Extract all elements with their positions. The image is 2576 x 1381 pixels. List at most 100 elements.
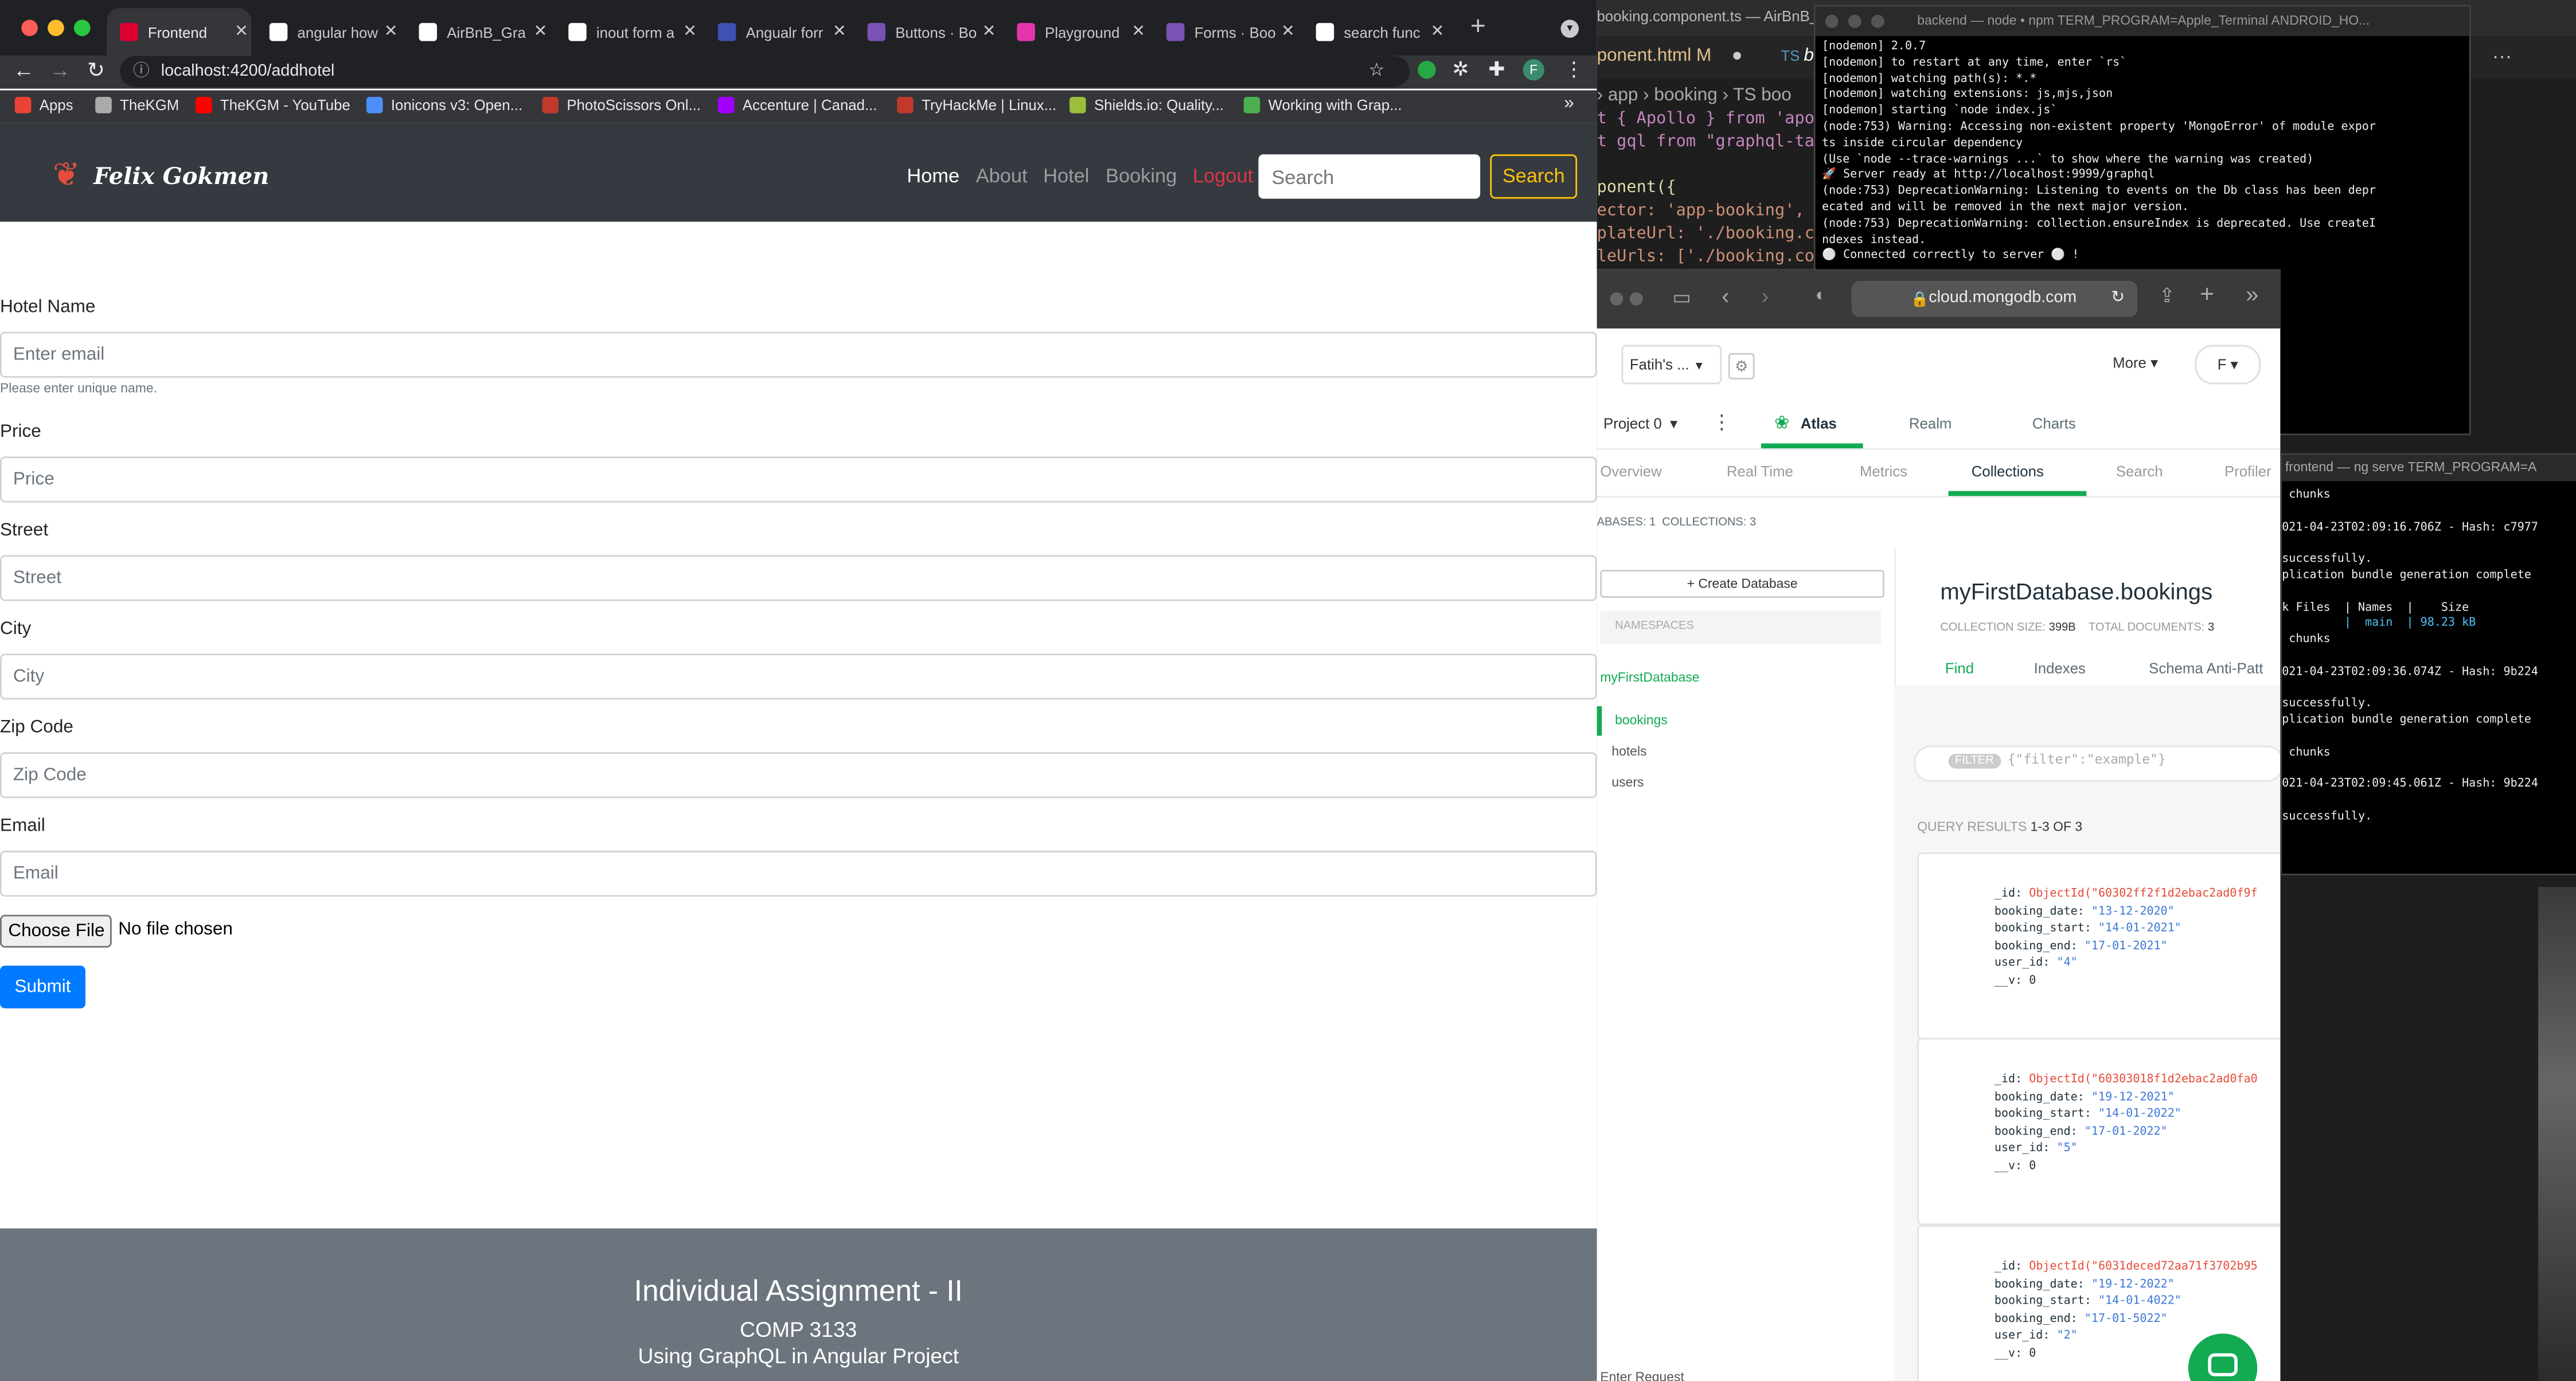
brand-name[interactable]: Felix Gokmen xyxy=(93,164,269,190)
safari-url-text[interactable]: cloud.mongodb.com xyxy=(1929,281,2077,317)
nav-about-link[interactable]: About xyxy=(976,164,1028,187)
subtab-profiler[interactable]: Profiler xyxy=(2224,463,2271,480)
user-menu[interactable]: F ▾ xyxy=(2195,345,2261,385)
bookmark-item[interactable]: Shields.io: Quality... xyxy=(1069,97,1224,114)
bookmark-item[interactable]: PhotoScissors Onl... xyxy=(542,97,701,114)
form-input[interactable] xyxy=(1,655,1595,698)
more-actions-icon[interactable]: ··· xyxy=(2492,44,2512,67)
navbar-search-input[interactable] xyxy=(1258,154,1481,199)
vscode-breadcrumb[interactable]: › app › booking › TS boo xyxy=(1597,85,1792,105)
navbar-search-field[interactable] xyxy=(1258,154,1481,199)
form-field[interactable] xyxy=(0,555,1597,601)
settings-gear-icon[interactable]: ⚙ xyxy=(1728,353,1755,380)
browser-tab[interactable]: search func ✕ xyxy=(1303,8,1447,56)
form-input[interactable] xyxy=(1,333,1595,377)
chrome-menu-icon[interactable]: ⋮ xyxy=(1564,57,1583,80)
create-database-button[interactable]: + Create Database xyxy=(1600,570,1884,598)
sidebar-toggle-icon[interactable]: ▭ xyxy=(1672,285,1691,308)
url-text[interactable]: localhost:4200/addhotel xyxy=(161,56,335,87)
tab-find[interactable]: Find xyxy=(1945,660,1974,677)
minimize-window-icon[interactable] xyxy=(1848,14,1861,28)
organization-select[interactable]: Fatih's ... ▼ xyxy=(1621,345,1722,385)
browser-tab[interactable]: angular how ✕ xyxy=(256,8,401,56)
grammarly-extension-icon[interactable] xyxy=(1418,60,1436,79)
bookmark-item[interactable]: Working with Grap... xyxy=(1243,97,1402,114)
bookmark-item[interactable]: TryHackMe | Linux... xyxy=(897,97,1056,114)
profile-avatar[interactable]: F xyxy=(1523,59,1544,81)
bookmark-item[interactable]: Ionicons v3: Open... xyxy=(366,97,522,114)
close-tab-icon[interactable]: ✕ xyxy=(232,23,251,41)
subtab-search[interactable]: Search xyxy=(2116,463,2163,480)
nav-booking-link[interactable]: Booking xyxy=(1106,164,1177,187)
tab-atlas[interactable]: Atlas xyxy=(1801,416,1837,432)
forward-chevron-icon[interactable]: › xyxy=(1761,283,1769,309)
more-menu[interactable]: More ▾ xyxy=(2113,355,2158,373)
database-name[interactable]: myFirstDatabase xyxy=(1600,670,1699,685)
form-input[interactable] xyxy=(1,557,1595,600)
submit-button[interactable]: Submit xyxy=(0,965,85,1008)
reload-icon[interactable]: ↻ xyxy=(87,57,105,84)
close-window-icon[interactable] xyxy=(1610,292,1623,306)
browser-tab[interactable]: inout form a ✕ xyxy=(555,8,700,56)
address-bar[interactable]: ⓘ localhost:4200/addhotel ☆ xyxy=(120,56,1410,87)
navbar-search-button[interactable]: Search xyxy=(1490,154,1578,199)
back-arrow-icon[interactable]: ← xyxy=(13,57,34,82)
bookmark-item[interactable]: TheKGM xyxy=(95,97,179,114)
close-tab-icon[interactable]: ✕ xyxy=(979,23,998,41)
privacy-shield-icon[interactable]: ◐ xyxy=(1816,285,1826,305)
back-chevron-icon[interactable]: ‹ xyxy=(1722,283,1729,309)
close-tab-icon[interactable]: ✕ xyxy=(1428,23,1447,41)
nav-hotel-link[interactable]: Hotel xyxy=(1043,164,1089,187)
document-card[interactable]: _id: ObjectId("60302ff2f1d2ebac2ad0f9f bo… xyxy=(1917,852,2281,1040)
bookmark-star-icon[interactable]: ☆ xyxy=(1368,56,1384,87)
subtab-metrics[interactable]: Metrics xyxy=(1860,463,1907,480)
vscode-tab-booking-ts[interactable]: b xyxy=(1804,46,1814,65)
browser-tab[interactable]: AirBnB_Gra ✕ xyxy=(406,8,551,56)
filter-input[interactable]: {"filter":"example"} xyxy=(2008,752,2166,767)
form-input[interactable] xyxy=(1,458,1595,501)
forward-arrow-icon[interactable]: → xyxy=(49,57,71,82)
form-field[interactable] xyxy=(0,752,1597,799)
collection-users[interactable]: users xyxy=(1611,775,1644,790)
browser-tab[interactable]: Frontend ✕ xyxy=(107,8,252,56)
new-tab-icon[interactable]: + xyxy=(1470,13,1486,43)
extensions-puzzle-icon[interactable]: ✚ xyxy=(1489,57,1505,80)
form-field[interactable] xyxy=(0,331,1597,378)
close-tab-icon[interactable]: ✕ xyxy=(381,23,401,41)
reload-icon[interactable]: ↻ xyxy=(2111,281,2125,317)
tab-search-icon[interactable]: ▾ xyxy=(1560,19,1579,38)
form-field[interactable] xyxy=(0,654,1597,700)
form-field[interactable] xyxy=(0,456,1597,503)
browser-tab[interactable]: Buttons · Bo ✕ xyxy=(854,8,999,56)
subtab-collections[interactable]: Collections xyxy=(1972,463,2044,480)
close-tab-icon[interactable]: ✕ xyxy=(680,23,700,41)
bookmark-item[interactable]: Apps xyxy=(14,97,73,114)
tab-overview-icon[interactable]: » xyxy=(2246,281,2258,307)
form-input[interactable] xyxy=(1,852,1595,895)
safari-address-bar[interactable]: 🔒 cloud.mongodb.com ↻ xyxy=(1851,280,2138,317)
bookmark-item[interactable]: Accenture | Canad... xyxy=(717,97,877,114)
nav-logout-link[interactable]: Logout xyxy=(1193,164,1253,187)
maximize-window-icon[interactable] xyxy=(1871,14,1884,28)
collection-hotels[interactable]: hotels xyxy=(1611,744,1646,759)
more-bookmarks-icon[interactable]: » xyxy=(1564,93,1574,113)
close-tab-icon[interactable]: ✕ xyxy=(830,23,849,41)
close-window-icon[interactable] xyxy=(1825,14,1839,28)
browser-tab[interactable]: Playground ✕ xyxy=(1004,8,1148,56)
close-tab-icon[interactable]: ✕ xyxy=(1129,23,1148,41)
tab-indexes[interactable]: Indexes xyxy=(2034,660,2086,677)
form-input[interactable] xyxy=(1,753,1595,797)
close-window-icon[interactable] xyxy=(21,19,38,37)
bookmark-item[interactable]: TheKGM - YouTube xyxy=(195,97,350,114)
subtab-overview[interactable]: Overview xyxy=(1600,463,1661,480)
nav-home-link[interactable]: Home xyxy=(907,164,959,187)
tab-realm[interactable]: Realm xyxy=(1909,416,1952,432)
browser-tab[interactable]: Forms · Boo ✕ xyxy=(1153,8,1298,56)
subtab-real-time[interactable]: Real Time xyxy=(1727,463,1793,480)
vscode-code-editor[interactable]: t { Apollo } from 'apo t gql from "graphq… xyxy=(1597,108,1825,269)
browser-tab[interactable]: Angualr forr ✕ xyxy=(705,8,849,56)
minimize-window-icon[interactable] xyxy=(1629,292,1643,306)
close-tab-icon[interactable]: ✕ xyxy=(1278,23,1298,41)
new-tab-icon[interactable]: + xyxy=(2200,281,2214,309)
maple-leaf-logo-icon[interactable]: ❦ xyxy=(53,159,80,192)
